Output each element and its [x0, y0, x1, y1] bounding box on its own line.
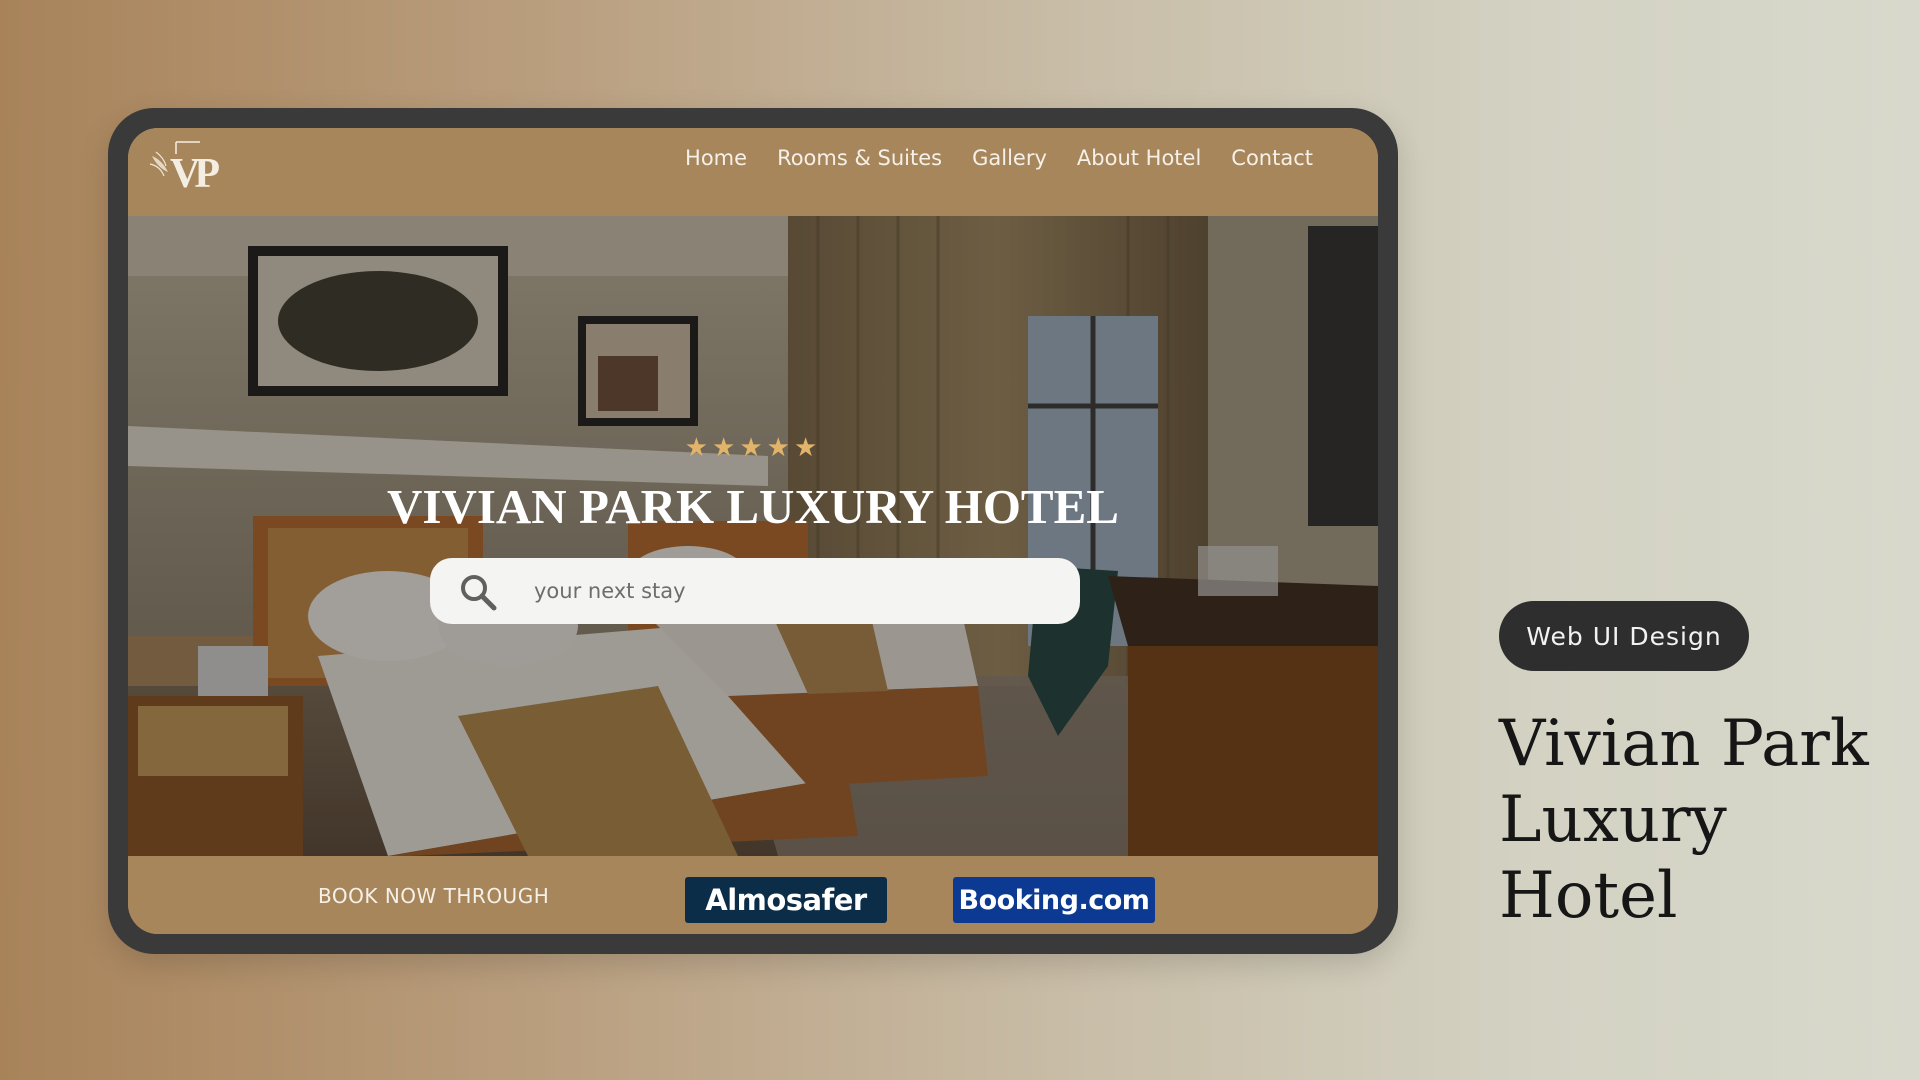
- project-title-line-1: Vivian Park: [1499, 707, 1869, 781]
- main-nav: Home Rooms & Suites Gallery About Hotel …: [670, 146, 1328, 170]
- almosafer-logo-button[interactable]: Almosafer: [685, 877, 887, 923]
- nav-home[interactable]: Home: [670, 146, 762, 170]
- search-bar[interactable]: [430, 558, 1080, 624]
- booking-bar: BOOK NOW THROUGH Almosafer Booking.com: [128, 856, 1378, 934]
- nav-about-hotel[interactable]: About Hotel: [1062, 146, 1216, 170]
- five-star-rating: ★★★★★: [684, 432, 822, 462]
- nav-rooms-suites[interactable]: Rooms & Suites: [762, 146, 957, 170]
- tablet-frame: VP Home Rooms & Suites Gallery About Hot…: [108, 108, 1398, 954]
- hotel-logo[interactable]: VP: [148, 138, 220, 200]
- booking-com-logo-button[interactable]: Booking.com: [953, 877, 1155, 923]
- hero-title: VIVIAN PARK LUXURY HOTEL: [387, 479, 1119, 534]
- book-now-label: BOOK NOW THROUGH: [318, 884, 550, 908]
- project-title-line-2: Luxury Hotel: [1499, 783, 1727, 933]
- nav-contact[interactable]: Contact: [1216, 146, 1328, 170]
- hero-section: ★★★★★ VIVIAN PARK LUXURY HOTEL: [128, 216, 1378, 856]
- project-title: Vivian Park Luxury Hotel: [1499, 706, 1909, 934]
- category-tag: Web UI Design: [1499, 601, 1749, 671]
- search-input[interactable]: [534, 572, 1054, 610]
- nav-gallery[interactable]: Gallery: [957, 146, 1062, 170]
- search-icon[interactable]: [458, 572, 498, 612]
- site-header: VP Home Rooms & Suites Gallery About Hot…: [128, 128, 1378, 216]
- logo-letters: VP: [170, 151, 220, 197]
- website-screen: VP Home Rooms & Suites Gallery About Hot…: [128, 128, 1378, 934]
- hero-dark-overlay: [128, 216, 1378, 856]
